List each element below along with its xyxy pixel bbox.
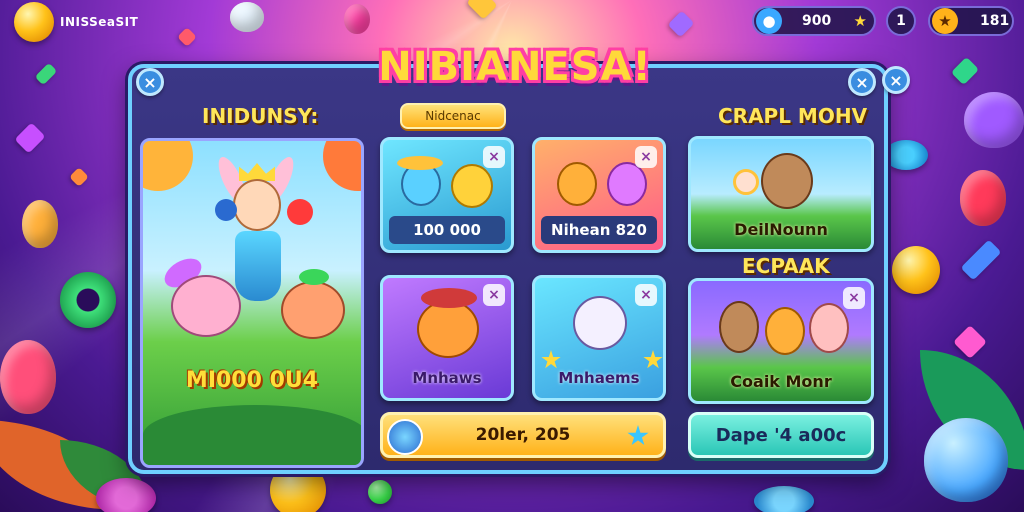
hero-caption: MI000 0U4 <box>185 368 319 393</box>
card-label: 100 000 <box>389 216 505 244</box>
close-icon: × <box>889 70 903 90</box>
hero-sun <box>323 141 361 191</box>
level-value: 1 <box>896 13 906 29</box>
coin-decoration <box>368 480 392 504</box>
tab-pill[interactable]: Nidcenac <box>400 103 506 129</box>
dog-character <box>719 301 759 353</box>
card-label: Mnhaws <box>412 369 482 387</box>
hero-bush <box>143 405 361 465</box>
star-icon <box>627 425 649 446</box>
hero-sun <box>143 141 193 191</box>
section-label-left: INIDUNSY: <box>202 104 319 128</box>
progress-label: 20ler, 205 <box>475 425 571 445</box>
queen-dress <box>235 231 281 301</box>
currency-value: 900 <box>802 13 832 29</box>
section-label-right-top: CRAPL MOHV <box>718 104 868 128</box>
section-label-right-mid: ECPAAK <box>742 254 830 278</box>
ring-decoration <box>884 140 928 170</box>
corner-label: INISSeaSIT <box>60 15 139 29</box>
balloon-decoration <box>960 170 1006 226</box>
hero-card[interactable]: MI000 0U4 <box>140 138 364 468</box>
pompom-red <box>287 199 313 225</box>
queen-face <box>233 179 281 231</box>
close-icon: × <box>488 287 500 303</box>
fox-character <box>281 281 345 339</box>
card-close-button[interactable]: × <box>483 284 505 306</box>
item-card-1[interactable]: × 100 000 <box>380 137 514 253</box>
action-button[interactable]: Dape '4 a00c <box>688 412 874 458</box>
ring-decoration <box>754 486 814 512</box>
item-card-4[interactable]: × Mnhaems <box>532 275 666 401</box>
heart-decoration <box>964 92 1024 148</box>
card-close-button[interactable]: × <box>635 146 657 168</box>
close-icon: × <box>143 72 157 92</box>
close-button-left[interactable]: × <box>136 68 164 96</box>
lion-character <box>417 300 479 358</box>
gem-icon <box>387 419 423 455</box>
lion-hat <box>421 288 477 308</box>
balloon-decoration <box>230 2 264 32</box>
currency-counter[interactable]: ● 900 ★ <box>752 6 876 36</box>
chick-hat <box>397 156 443 170</box>
game-title: NIBIANESA! <box>378 44 652 90</box>
gem-icon: ★ <box>932 8 958 34</box>
item-card-2[interactable]: × Nihean 820 <box>532 137 666 253</box>
close-icon: × <box>640 149 652 165</box>
card-label: Mnhaems <box>558 369 640 387</box>
pig-character <box>171 275 241 337</box>
close-button-right[interactable]: × <box>848 68 876 96</box>
card-label: Coaik Monr <box>730 371 832 391</box>
balloon-decoration <box>0 340 56 414</box>
pompom-blue <box>215 199 237 221</box>
ring-decoration <box>60 272 116 328</box>
feature-card-top[interactable]: DeilNounn <box>688 136 874 252</box>
cat-fighter-character <box>761 153 813 209</box>
close-icon: × <box>488 149 500 165</box>
gems-value: 181 <box>980 13 1010 29</box>
card-label: DeilNounn <box>734 219 828 239</box>
mirror-icon <box>733 169 759 195</box>
cat-character <box>557 162 597 206</box>
feature-card-bottom[interactable]: × Coaik Monr <box>688 278 874 404</box>
action-label: Dape '4 a00c <box>715 424 847 446</box>
close-icon: × <box>855 72 869 92</box>
level-counter[interactable]: 1 <box>886 6 916 36</box>
star-icon: ★ <box>853 12 867 30</box>
progress-bar[interactable]: 20ler, 205 <box>380 412 666 458</box>
duck-character <box>451 164 493 208</box>
card-label: Nihean 820 <box>541 216 657 244</box>
balloon-decoration <box>22 200 58 248</box>
fox-character <box>765 307 805 355</box>
close-icon: × <box>848 290 860 306</box>
card-close-button[interactable]: × <box>843 287 865 309</box>
card-close-button[interactable]: × <box>635 284 657 306</box>
gems-counter[interactable]: ★ 181 <box>928 6 1014 36</box>
bear-character <box>809 303 849 353</box>
cat-doll-character <box>573 296 627 350</box>
card-close-button[interactable]: × <box>483 146 505 168</box>
ring-decoration <box>96 478 156 512</box>
orb-decoration <box>924 418 1008 502</box>
item-card-3[interactable]: × Mnhaws <box>380 275 514 401</box>
close-button-outer[interactable]: × <box>882 66 910 94</box>
coin-decoration <box>14 2 54 42</box>
coin-icon: ● <box>756 8 782 34</box>
pink-cat-character <box>607 162 647 206</box>
coin-decoration <box>892 246 940 294</box>
balloon-decoration <box>344 4 370 34</box>
close-icon: × <box>640 287 652 303</box>
fox-hat <box>299 269 329 285</box>
